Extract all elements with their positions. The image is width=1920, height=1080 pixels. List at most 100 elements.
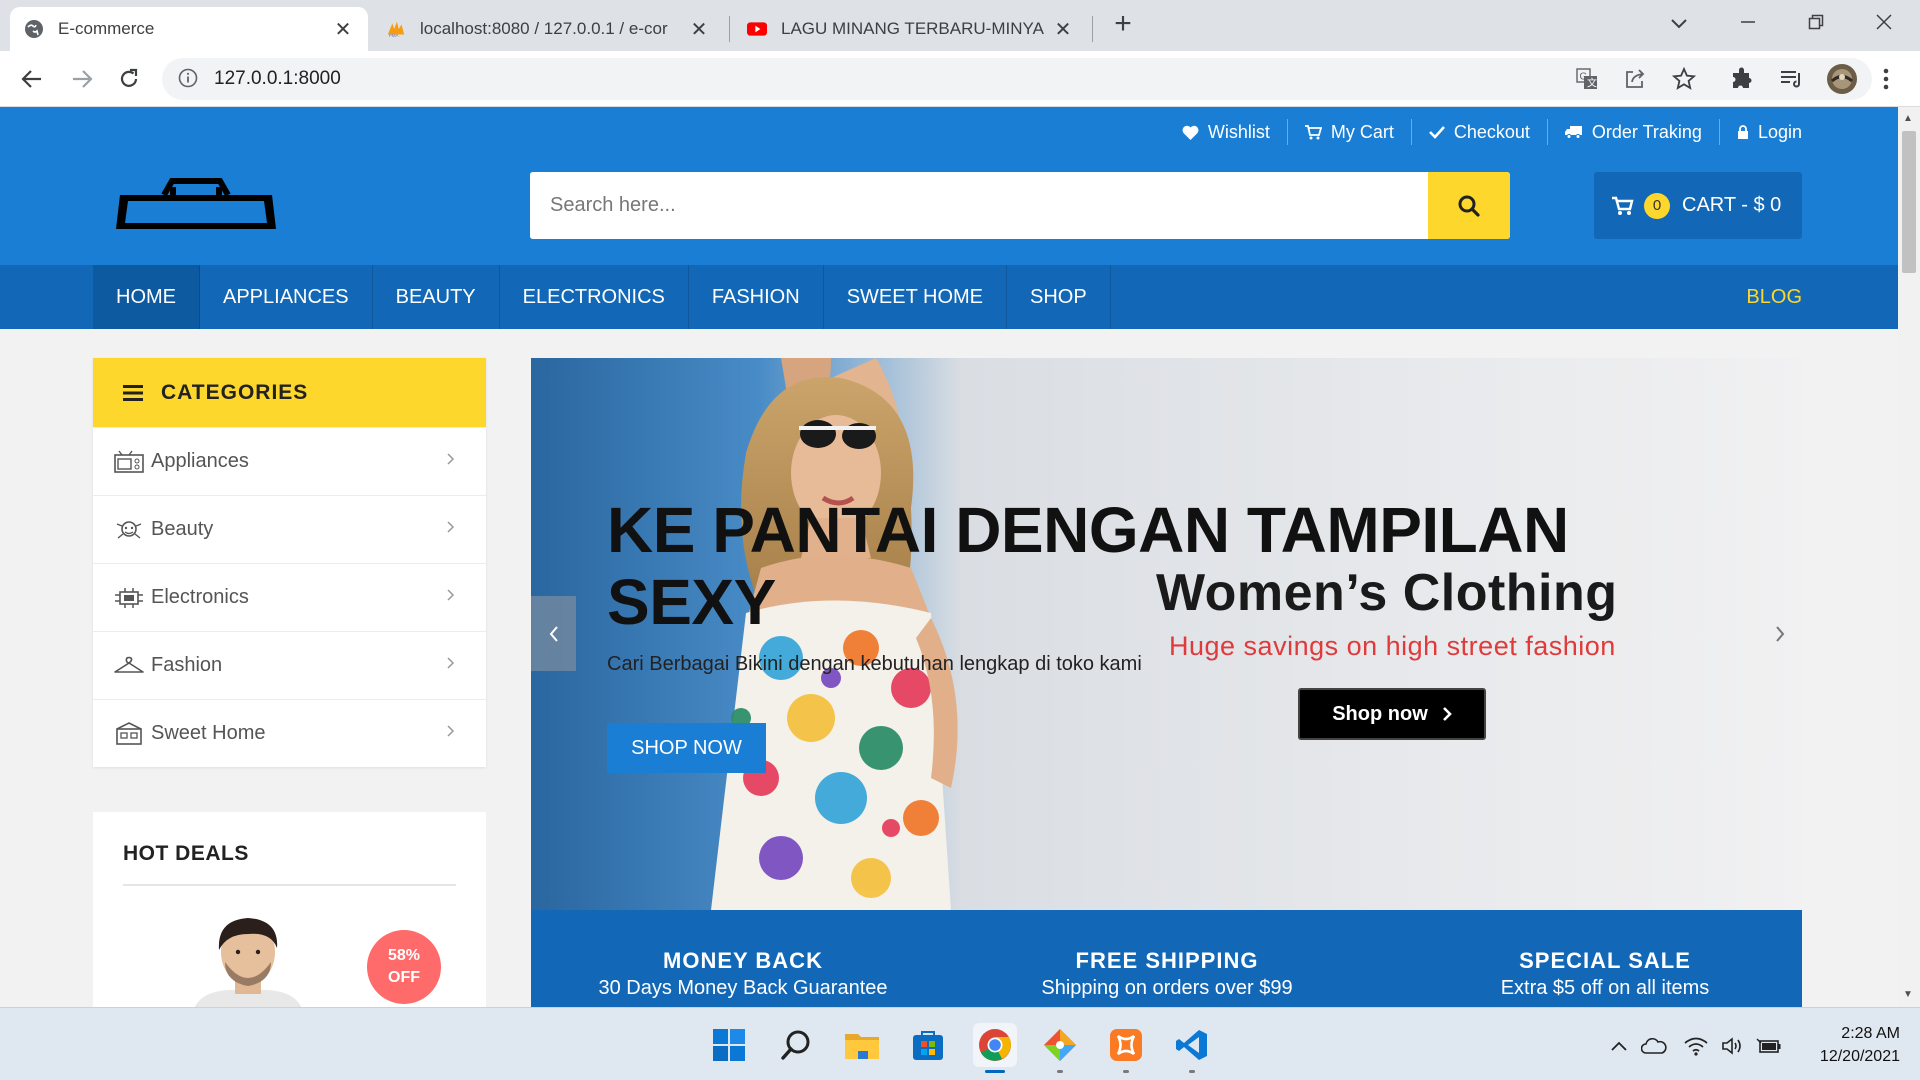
menu-bars-icon xyxy=(123,384,143,401)
banner-shop-now-button[interactable]: Shop now xyxy=(1298,688,1486,740)
wifi-icon[interactable] xyxy=(1683,1033,1709,1059)
nav-item-beauty[interactable]: BEAUTY xyxy=(373,265,500,329)
hero-subtitle: Cari Berbagai Bikini dengan kebutuhan le… xyxy=(607,653,1142,675)
search-input[interactable] xyxy=(530,172,1428,239)
svg-text:PMA: PMA xyxy=(389,33,400,38)
categories-panel: CATEGORIES Appliances Beauty Electronics… xyxy=(93,358,486,767)
categories-header[interactable]: CATEGORIES xyxy=(93,358,486,427)
url-text: 127.0.0.1:8000 xyxy=(214,68,341,89)
category-label: Sweet Home xyxy=(151,722,266,744)
checkout-link[interactable]: Checkout xyxy=(1412,119,1548,145)
check-icon xyxy=(1428,126,1445,139)
page-scrollbar[interactable]: ▲ ▼ xyxy=(1898,107,1920,1007)
running-indicator xyxy=(1189,1070,1195,1073)
scroll-down-icon[interactable]: ▼ xyxy=(1903,989,1913,1000)
vscode-icon[interactable] xyxy=(1172,1025,1212,1065)
tab-divider xyxy=(729,16,730,42)
categories-title: CATEGORIES xyxy=(161,380,309,404)
translate-icon[interactable]: G文 xyxy=(1576,68,1598,95)
search-icon[interactable] xyxy=(776,1025,816,1065)
close-tab-icon[interactable]: ✕ xyxy=(688,17,710,42)
search-button[interactable] xyxy=(1428,172,1510,239)
category-item-appliances[interactable]: Appliances xyxy=(93,427,486,495)
category-item-beauty[interactable]: Beauty xyxy=(93,495,486,563)
xampp-icon[interactable] xyxy=(1106,1025,1146,1065)
chevron-right-icon xyxy=(1442,707,1452,721)
windows-taskbar: 2:28 AM 12/20/2021 xyxy=(0,1007,1920,1080)
category-item-electronics[interactable]: Electronics xyxy=(93,563,486,631)
reading-list-icon[interactable] xyxy=(1777,65,1805,93)
nav-item-shop[interactable]: SHOP xyxy=(1007,265,1111,329)
address-bar[interactable]: 127.0.0.1:8000 G文 xyxy=(162,58,1872,100)
site-info-icon[interactable] xyxy=(178,68,198,93)
my-cart-link[interactable]: My Cart xyxy=(1288,119,1412,145)
login-link[interactable]: Login xyxy=(1720,119,1802,145)
close-tab-icon[interactable]: ✕ xyxy=(1052,17,1074,42)
truck-icon xyxy=(1564,126,1582,139)
tab-ecommerce[interactable]: E-commerce ✕ xyxy=(10,7,368,51)
tab-title: E-commerce xyxy=(58,19,155,38)
discount-percent: 58% xyxy=(387,947,421,964)
category-item-fashion[interactable]: Fashion xyxy=(93,631,486,699)
tab-search-icon[interactable] xyxy=(1649,8,1709,38)
chevron-right-icon xyxy=(1775,625,1784,642)
nav-item-sweet-home[interactable]: SWEET HOME xyxy=(824,265,1007,329)
checkout-label: Checkout xyxy=(1453,121,1530,142)
cart-icon xyxy=(1304,124,1322,139)
shop-now-button[interactable]: SHOP NOW xyxy=(607,723,766,773)
chevron-right-icon xyxy=(447,725,455,737)
browser-menu-icon[interactable] xyxy=(1872,65,1900,93)
nav-item-blog[interactable]: BLOG xyxy=(1746,265,1802,329)
header-cart-button[interactable]: 0 CART - $ 0 xyxy=(1594,172,1802,239)
battery-icon[interactable] xyxy=(1756,1033,1782,1059)
chevron-right-icon xyxy=(447,453,455,465)
windows-start-icon[interactable] xyxy=(709,1025,749,1065)
profile-avatar[interactable] xyxy=(1825,62,1859,96)
scroll-up-icon[interactable]: ▲ xyxy=(1903,113,1913,124)
new-tab-button[interactable]: + xyxy=(1108,9,1138,40)
close-tab-icon[interactable]: ✕ xyxy=(332,17,354,42)
feature-money-back: MONEY BACK 30 Days Money Back Guarantee xyxy=(533,948,953,1000)
microsoft-store-icon[interactable] xyxy=(908,1025,948,1065)
site-logo[interactable] xyxy=(112,173,280,240)
file-explorer-icon[interactable] xyxy=(842,1025,882,1065)
forward-arrow-icon[interactable] xyxy=(66,63,98,95)
order-tracking-link[interactable]: Order Traking xyxy=(1548,119,1720,145)
tab-youtube[interactable]: LAGU MINANG TERBARU-MINYA ✕ xyxy=(733,7,1088,51)
onedrive-icon[interactable] xyxy=(1641,1033,1667,1059)
slider-next-button[interactable] xyxy=(1757,596,1802,671)
slider-prev-button[interactable] xyxy=(531,596,576,671)
tab-title: localhost:8080 / 127.0.0.1 / e-cor xyxy=(420,19,668,38)
chrome-taskbar-icon[interactable] xyxy=(973,1023,1017,1067)
nav-item-electronics[interactable]: ELECTRONICS xyxy=(500,265,689,329)
category-label: Electronics xyxy=(151,586,249,608)
reload-icon[interactable] xyxy=(113,63,145,95)
browser-tab-bar: E-commerce ✕ PMA localhost:8080 / 127.0.… xyxy=(0,0,1920,51)
show-hidden-icons-icon[interactable] xyxy=(1606,1033,1632,1059)
taskbar-clock[interactable]: 2:28 AM 12/20/2021 xyxy=(1800,1022,1900,1068)
tab-phpmyadmin[interactable]: PMA localhost:8080 / 127.0.0.1 / e-cor ✕ xyxy=(372,7,724,51)
extensions-icon[interactable] xyxy=(1728,65,1756,93)
chevron-left-icon xyxy=(549,625,558,642)
nav-item-home[interactable]: HOME xyxy=(93,265,200,329)
bookmark-star-icon[interactable] xyxy=(1671,66,1697,96)
feature-free-shipping: FREE SHIPPING Shipping on orders over $9… xyxy=(957,948,1377,1000)
back-arrow-icon[interactable] xyxy=(16,63,48,95)
clock-date: 12/20/2021 xyxy=(1819,1048,1900,1065)
minimize-icon[interactable] xyxy=(1718,8,1778,38)
nav-item-appliances[interactable]: APPLIANCES xyxy=(200,265,373,329)
nav-item-fashion[interactable]: FASHION xyxy=(689,265,824,329)
volume-icon[interactable] xyxy=(1720,1033,1746,1059)
banner-title: Women’s Clothing xyxy=(1156,564,1618,622)
feature-subtitle: 30 Days Money Back Guarantee xyxy=(598,977,888,999)
hot-deal-product-image[interactable] xyxy=(173,912,323,1007)
wishlist-link[interactable]: Wishlist xyxy=(1165,119,1288,145)
svg-text:文: 文 xyxy=(1587,77,1597,90)
restore-icon[interactable] xyxy=(1786,8,1846,38)
category-label: Appliances xyxy=(151,450,249,472)
share-icon[interactable] xyxy=(1624,68,1646,95)
close-window-icon[interactable] xyxy=(1854,8,1914,38)
git-app-icon[interactable] xyxy=(1040,1025,1080,1065)
category-item-sweet-home[interactable]: Sweet Home xyxy=(93,699,486,767)
scrollbar-thumb[interactable] xyxy=(1902,131,1916,273)
